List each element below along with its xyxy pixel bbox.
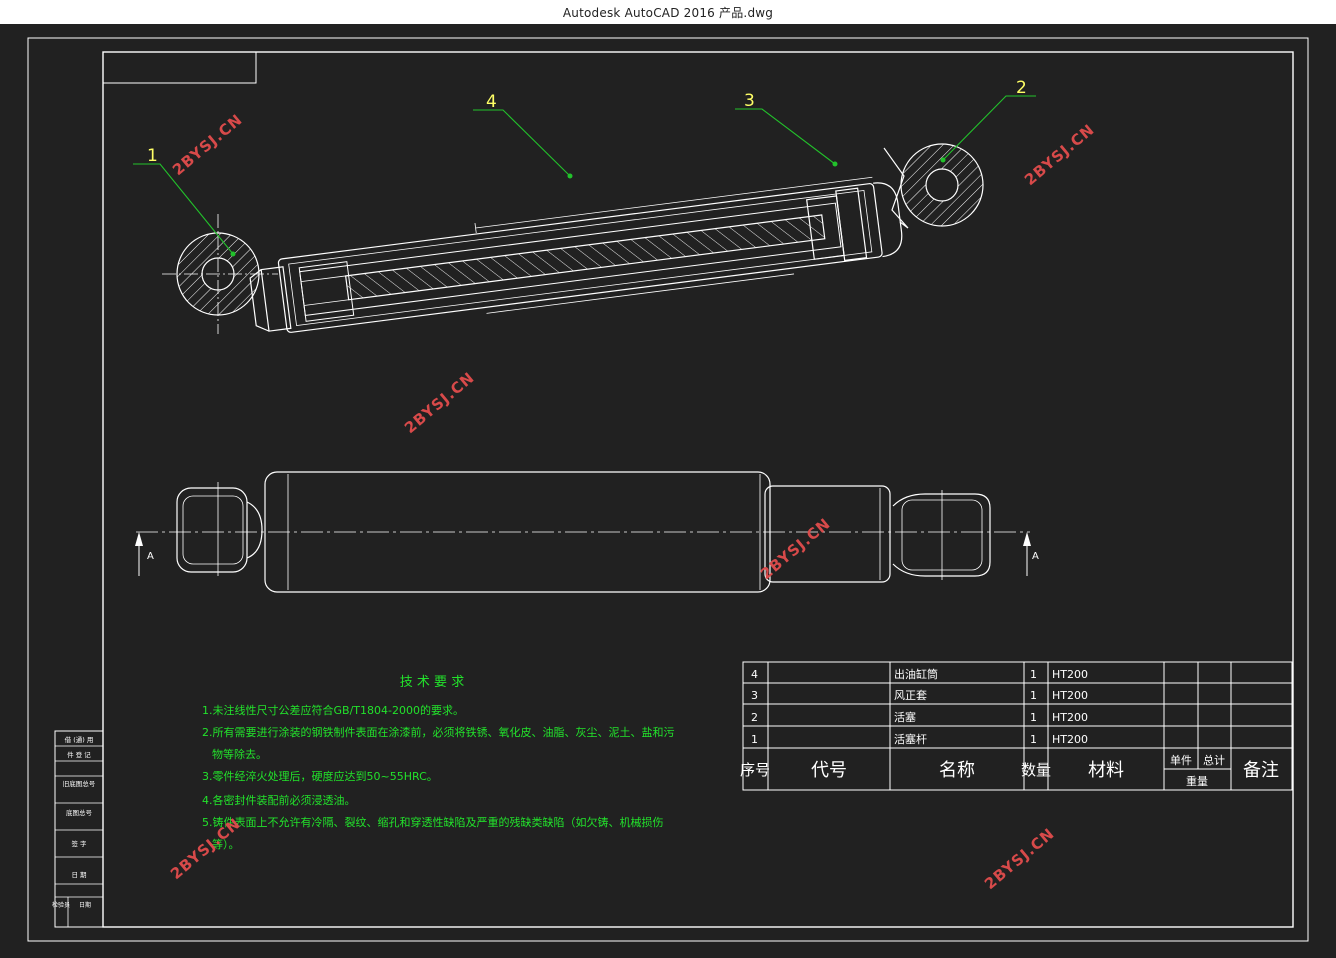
tech-item: 4.各密封件装配前必须浸透油。 [202, 793, 356, 807]
tech-title: 技 术 要 求 [400, 675, 464, 690]
bom-cell-name: 风正套 [894, 689, 927, 702]
tech-item: 5.铸件表面上不允许有冷隔、裂纹、缩孔和穿透性缺陷及严重的残缺类缺陷（如欠铸、机… [202, 815, 664, 829]
bom-cell-qty: 1 [1030, 668, 1037, 681]
technical-requirements: 技 术 要 求 1.未注线性尺寸公差应符合GB/T1804-2000的要求。 2… [202, 675, 675, 851]
side-table-cell: 签 字 [71, 839, 87, 848]
side-table-cell: 旧底图总号 [63, 779, 96, 788]
left-eye-section [162, 214, 278, 334]
title-bar: Autodesk AutoCAD 2016 产品.dwg [0, 0, 1336, 24]
bom-header-qty: 数量 [1021, 761, 1051, 779]
bom-header-note: 备注 [1243, 760, 1279, 781]
window-title: Autodesk AutoCAD 2016 产品.dwg [562, 5, 774, 20]
side-table: 借 (通) 用 件 登 记 旧底图总号 底图总号 签 字 日 期 检验员 日期 [52, 730, 104, 928]
bom-header-weight: 重量 [1186, 774, 1208, 788]
bom-header-total: 总计 [1203, 753, 1225, 767]
bom-cell-no: 2 [751, 711, 758, 724]
bom-header-name: 名称 [939, 760, 975, 781]
side-table-cell: 日 期 [71, 871, 87, 879]
bom-header-code: 代号 [811, 760, 847, 781]
bom-cell-material: HT200 [1052, 689, 1088, 702]
watermark: 2BYSJ.CN [757, 514, 834, 583]
bom-header-unit: 单件 [1170, 754, 1192, 767]
drawing-canvas[interactable]: 借 (通) 用 件 登 记 旧底图总号 底图总号 签 字 日 期 检验员 日期 [0, 24, 1336, 954]
bom-cell-no: 3 [751, 689, 758, 702]
side-table-cell: 借 (通) 用 [65, 735, 94, 744]
side-table-cell: 日期 [79, 901, 91, 909]
bom-cell-name: 活塞杆 [894, 732, 927, 746]
callout-numbers: 1 4 3 2 [147, 78, 1027, 166]
section-mark-right: A [1032, 551, 1039, 562]
tech-item: 3.零件经淬火处理后，硬度应达到50~55HRC。 [202, 769, 438, 783]
bom-cell-qty: 1 [1030, 689, 1037, 702]
bom-cell-material: HT200 [1052, 711, 1088, 724]
section-mark-left: A [147, 551, 154, 562]
section-view[interactable] [133, 95, 1036, 343]
callout-1: 1 [147, 146, 158, 166]
bom-cell-name: 活塞 [894, 710, 916, 724]
side-table-cell: 件 登 记 [67, 750, 91, 759]
side-table-cell: 检验员 [52, 901, 70, 909]
bom-cell-qty: 1 [1030, 711, 1037, 724]
bom-cell-name: 出油缸筒 [894, 667, 938, 681]
tech-item: 物等除去。 [212, 747, 267, 761]
bom-cell-no: 1 [751, 733, 758, 746]
bom-table: 4 出油缸筒 1 HT200 3 风正套 1 HT200 2 活塞 1 HT20… [740, 661, 1293, 791]
tech-item: 1.未注线性尺寸公差应符合GB/T1804-2000的要求。 [202, 703, 464, 717]
bom-cell-no: 4 [751, 668, 758, 681]
watermark: 2BYSJ.CN [981, 824, 1058, 893]
callout-3: 3 [744, 91, 755, 111]
tech-item: 2.所有需要进行涂装的钢铁制件表面在涂漆前，必须将铁锈、氧化皮、油脂、灰尘、泥土… [202, 725, 675, 739]
side-table-cell: 底图总号 [66, 808, 93, 817]
bom-cell-material: HT200 [1052, 733, 1088, 746]
watermark: 2BYSJ.CN [169, 110, 246, 179]
watermark: 2BYSJ.CN [401, 368, 478, 437]
leader-lines [133, 95, 1036, 255]
callout-4: 4 [486, 92, 497, 112]
watermark: 2BYSJ.CN [1021, 120, 1098, 189]
side-view[interactable] [135, 471, 1031, 593]
bom-cell-qty: 1 [1030, 733, 1037, 746]
bom-cell-material: HT200 [1052, 668, 1088, 681]
bom-header-no: 序号 [740, 761, 770, 779]
bom-header-material: 材料 [1088, 760, 1124, 781]
callout-2: 2 [1016, 78, 1027, 98]
